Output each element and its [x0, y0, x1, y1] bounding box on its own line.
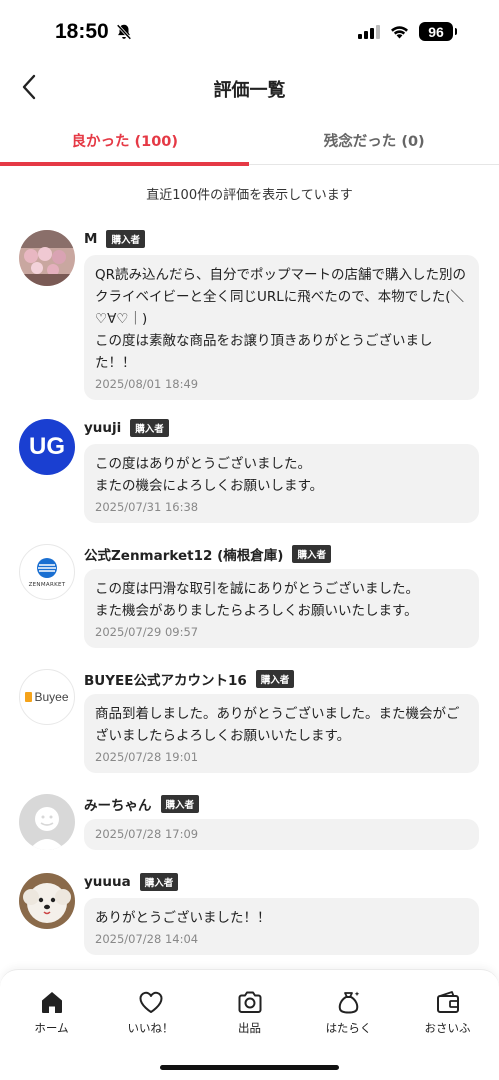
status-time-text: 18:50 [55, 20, 109, 43]
avatar[interactable]: ZENMARKET [19, 544, 75, 600]
battery-level: 96 [428, 23, 444, 40]
avatar[interactable] [19, 794, 75, 850]
review-date: 2025/07/31 16:38 [95, 500, 199, 514]
tab-good[interactable]: 良かった (100) [0, 114, 250, 166]
nav-home[interactable]: ホーム [2, 988, 101, 1036]
review-date: 2025/07/28 14:04 [95, 932, 199, 946]
avatar[interactable]: Buyee [19, 669, 75, 725]
review-bubble: ありがとうございました！！ 2025/07/28 14:04 [84, 898, 479, 955]
review-text: この度はありがとうございました。 またの機会によろしくお願いします。 [95, 456, 324, 494]
nav-sell[interactable]: 出品 [200, 988, 299, 1036]
review-text: QR読み込んだら、自分でポップマートの店舗で購入した別のクライベイビーと全く同じ… [95, 267, 467, 371]
navigation-bar: 評価一覧 [0, 64, 499, 114]
wallet-icon [436, 991, 459, 1013]
avatar-logo-text: ZENMARKET [28, 581, 66, 588]
review-bubble: 2025/07/28 17:09 [84, 819, 479, 850]
buyer-badge: 購入者 [255, 670, 295, 688]
review-bubble: 商品到着しました。ありがとうございました。また機会がございましたらよろしくお願い… [84, 694, 479, 773]
summary-text: 直近100件の評価を表示しています [146, 188, 353, 203]
home-icon [41, 992, 62, 1013]
heart-icon [139, 991, 162, 1013]
avatar[interactable] [19, 873, 75, 929]
review-bubble: QR読み込んだら、自分でポップマートの店舗で購入した別のクライベイビーと全く同じ… [84, 255, 479, 400]
status-bar: 18:50 96 [0, 0, 499, 64]
camera-icon [238, 991, 261, 1013]
avatar-logo-text: UG [29, 433, 65, 460]
dog-photo-avatar-icon [19, 873, 75, 929]
review-text: 商品到着しました。ありがとうございました。また機会がございましたらよろしくお願い… [95, 706, 460, 744]
wifi-icon [391, 26, 408, 39]
cellular-signal-icon [358, 24, 380, 39]
avatar[interactable] [19, 230, 75, 286]
nav-work[interactable]: はたらく [299, 988, 398, 1036]
page-title: 評価一覧 [213, 80, 286, 101]
review-date: 2025/07/28 19:01 [95, 750, 199, 764]
reviewer-name[interactable]: yuuji [84, 420, 121, 436]
buyer-badge: 購入者 [160, 795, 200, 813]
money-bag-icon [338, 991, 359, 1014]
buyer-badge: 購入者 [106, 230, 145, 248]
nav-label: ホーム [34, 1021, 69, 1035]
reviewer-name[interactable]: 公式Zenmarket12 (楠根倉庫) [84, 544, 283, 564]
zenmarket-logo-icon [37, 557, 57, 578]
reviewer-name[interactable]: yuuua [84, 874, 131, 890]
default-avatar-icon [19, 794, 75, 850]
review-bubble: この度はありがとうございました。 またの機会によろしくお願いします。 2025/… [84, 444, 479, 523]
nav-label: はたらく [325, 1021, 372, 1035]
review-date: 2025/07/29 09:57 [95, 625, 199, 639]
review-text: ありがとうございました！！ [95, 910, 271, 926]
buyer-badge: 購入者 [130, 419, 169, 437]
rating-tabs: 良かった (100) 残念だった (0) [0, 114, 499, 166]
reviewer-name[interactable]: M [84, 231, 97, 247]
review-bubble: この度は円滑な取引を誠にありがとうございました。 また機会がありましたらよろしく… [84, 569, 479, 648]
nav-likes[interactable]: いいね！ [101, 988, 200, 1036]
nav-wallet[interactable]: おさいふ [398, 988, 497, 1036]
status-time: 18:50 [55, 20, 133, 44]
buyer-badge: 購入者 [292, 545, 331, 563]
tab-bad[interactable]: 残念だった (0) [250, 114, 499, 164]
nav-label: おさいふ [424, 1021, 471, 1035]
home-indicator [160, 1065, 339, 1070]
avatar[interactable]: UG [19, 419, 75, 475]
review-date: 2025/07/28 17:09 [95, 827, 199, 841]
review-text: この度は円滑な取引を誠にありがとうございました。 また機会がありましたらよろしく… [95, 581, 419, 619]
buyee-logo-icon [25, 692, 33, 702]
avatar-photo-icon [19, 230, 75, 286]
avatar-logo-text: Buyee [34, 690, 69, 704]
nav-label: いいね！ [127, 1021, 174, 1035]
bell-off-icon [116, 24, 132, 40]
nav-label: 出品 [238, 1021, 261, 1035]
reviewer-name[interactable]: みーちゃん [84, 794, 152, 814]
battery-indicator: 96 [419, 22, 457, 41]
reviewer-name[interactable]: BUYEE公式アカウント16 [84, 669, 247, 689]
bottom-navigation: ホーム いいね！ 出品 はたらく おさいふ [0, 969, 499, 1080]
review-date: 2025/08/01 18:49 [95, 377, 199, 391]
buyer-badge: 購入者 [139, 873, 179, 891]
